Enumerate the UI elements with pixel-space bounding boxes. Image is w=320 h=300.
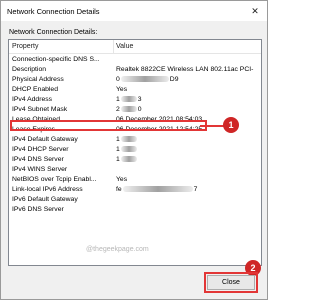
redaction-blur <box>122 186 193 193</box>
row-property: DHCP Enabled <box>12 86 58 93</box>
window-title: Network Connection Details <box>7 7 100 16</box>
row-value: fe 7 <box>116 185 197 194</box>
column-header-property[interactable]: Property <box>12 43 38 50</box>
table-row[interactable]: Description Realtek 8822CE Wireless LAN 8… <box>9 65 261 74</box>
table-row[interactable]: IPv4 Subnet Mask 2 0 <box>9 105 261 114</box>
table-row[interactable]: IPv6 DNS Server <box>9 205 261 214</box>
row-property: IPv4 Subnet Mask <box>12 106 68 113</box>
row-value: Yes <box>116 175 127 184</box>
row-property: Connection-specific DNS S... <box>12 56 100 63</box>
row-value: 13 <box>116 95 142 104</box>
annotation-arrow-1 <box>200 125 224 127</box>
table-row[interactable]: IPv4 DNS Server 1 <box>9 155 261 164</box>
row-value-text: 0 <box>116 76 120 83</box>
row-value-text: Yes <box>116 86 128 93</box>
row-value-text: 1 <box>116 96 120 103</box>
row-property: IPv4 DNS Server <box>12 156 64 163</box>
column-divider[interactable] <box>113 40 114 53</box>
row-value-suffix: 0 <box>137 106 142 113</box>
table-row[interactable]: IPv4 DHCP Server 1 <box>9 145 261 154</box>
redaction-blur <box>120 96 137 103</box>
row-value: 20 <box>116 105 142 114</box>
row-value: Realtek 8822CE Wireless LAN 802.11ac PCI… <box>116 65 253 74</box>
row-value: 1 <box>116 145 138 154</box>
details-label: Network Connection Details: <box>9 29 98 36</box>
title-bar[interactable]: Network Connection Details ✕ <box>1 1 267 21</box>
row-property: IPv6 DNS Server <box>12 206 64 213</box>
annotation-badge-1: 1 <box>223 117 239 133</box>
table-row[interactable]: IPv4 Default Gateway 1 <box>9 135 261 144</box>
watermark: @thegeekpage.com <box>86 246 149 253</box>
table-row[interactable]: IPv4 WINS Server <box>9 165 261 174</box>
row-value-suffix: 3 <box>137 96 142 103</box>
row-value-text: Realtek 8822CE Wireless LAN 802.11ac PCI… <box>116 66 254 73</box>
redaction-blur <box>120 76 169 83</box>
row-value-text: 1 <box>116 156 120 163</box>
row-value-text: 2 <box>116 106 120 113</box>
row-value: 1 <box>116 155 138 164</box>
row-property: IPv4 Address <box>12 96 53 103</box>
redaction-blur <box>120 146 137 153</box>
row-property: NetBIOS over Tcpip Enabl... <box>12 176 97 183</box>
close-icon[interactable]: ✕ <box>243 1 267 21</box>
list-header: Property Value <box>9 40 261 54</box>
row-value-text: 1 <box>116 136 120 143</box>
row-value-text: 1 <box>116 146 120 153</box>
row-property: Description <box>12 66 46 73</box>
row-value: 1 <box>116 135 138 144</box>
table-row[interactable]: IPv4 Address 1 3 <box>9 95 261 104</box>
redaction-blur <box>120 106 137 113</box>
table-row[interactable]: DHCP Enabled Yes <box>9 85 261 94</box>
row-property: Link-local IPv6 Address <box>12 186 83 193</box>
row-value-suffix: 7 <box>193 186 198 193</box>
row-value-text: fe <box>116 186 122 193</box>
network-connection-details-dialog: Network Connection Details ✕ Network Con… <box>0 0 268 300</box>
table-row[interactable]: Connection-specific DNS S... <box>9 55 261 64</box>
row-property: IPv4 Default Gateway <box>12 136 78 143</box>
redaction-blur <box>120 136 137 143</box>
row-value-text: Yes <box>116 176 128 183</box>
row-value: Yes <box>116 85 127 94</box>
close-button[interactable]: Close <box>207 275 255 290</box>
row-value: 0 D9 <box>116 75 178 84</box>
redaction-blur <box>120 156 137 163</box>
physical-address-highlight <box>10 120 207 131</box>
row-property: IPv4 WINS Server <box>12 166 68 173</box>
table-row[interactable]: IPv6 Default Gateway <box>9 195 261 204</box>
column-header-value[interactable]: Value <box>116 43 133 50</box>
row-property: IPv6 Default Gateway <box>12 196 78 203</box>
row-property: Physical Address <box>12 76 64 83</box>
table-row[interactable]: Link-local IPv6 Address fe 7 <box>9 185 261 194</box>
row-value-suffix: D9 <box>169 76 179 83</box>
table-row[interactable]: Physical Address 0 D9 <box>9 75 261 84</box>
table-row[interactable]: NetBIOS over Tcpip Enabl... Yes <box>9 175 261 184</box>
details-list[interactable]: Property Value Connection-specific DNS S… <box>8 39 262 266</box>
row-property: IPv4 DHCP Server <box>12 146 69 153</box>
